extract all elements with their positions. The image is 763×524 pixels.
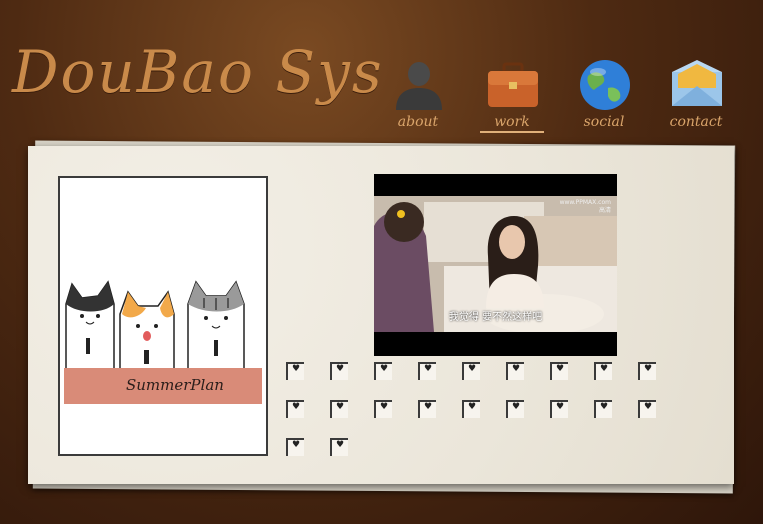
gallery-thumbnail[interactable] bbox=[550, 400, 568, 418]
site-logo[interactable]: DouBao Sys bbox=[12, 38, 384, 106]
thumbnail-gallery bbox=[286, 362, 666, 462]
nav-item-label: about bbox=[397, 114, 439, 130]
nav-item-label: work bbox=[480, 114, 544, 133]
gallery-thumbnail[interactable] bbox=[418, 400, 436, 418]
nav-item-about[interactable]: about bbox=[386, 58, 450, 132]
featured-image-card[interactable]: SummerPlan bbox=[58, 176, 268, 456]
photo-caption-banner: SummerPlan bbox=[64, 368, 262, 404]
main-nav: about work social contact bbox=[386, 58, 746, 138]
video-subtitle: 我觉得 要不然这样吧 bbox=[448, 312, 543, 323]
gallery-thumbnail[interactable] bbox=[286, 438, 304, 456]
envelope-icon bbox=[672, 60, 722, 106]
gallery-thumbnail[interactable] bbox=[418, 362, 436, 380]
gallery-thumbnail[interactable] bbox=[374, 362, 392, 380]
globe-icon bbox=[580, 60, 630, 110]
gallery-thumbnail[interactable] bbox=[506, 400, 524, 418]
gallery-thumbnail[interactable] bbox=[330, 362, 348, 380]
photo-caption: SummerPlan bbox=[126, 376, 224, 394]
cats-illustration bbox=[65, 280, 245, 374]
gallery-thumbnail[interactable] bbox=[506, 362, 524, 380]
gallery-thumbnail[interactable] bbox=[594, 400, 612, 418]
gallery-thumbnail[interactable] bbox=[550, 362, 568, 380]
gallery-thumbnail[interactable] bbox=[594, 362, 612, 380]
nav-item-social[interactable]: social bbox=[572, 58, 636, 132]
briefcase-icon bbox=[488, 62, 538, 107]
video-watermark: www.PPMAX.com 高清 bbox=[559, 199, 611, 214]
gallery-thumbnail[interactable] bbox=[374, 400, 392, 418]
gallery-thumbnail[interactable] bbox=[638, 362, 656, 380]
gallery-thumbnail[interactable] bbox=[638, 400, 656, 418]
gallery-thumbnail[interactable] bbox=[330, 438, 348, 456]
gallery-thumbnail[interactable] bbox=[286, 400, 304, 418]
gallery-thumbnail[interactable] bbox=[330, 400, 348, 418]
nav-item-label: contact bbox=[669, 114, 723, 130]
gallery-thumbnail[interactable] bbox=[286, 362, 304, 380]
video-player[interactable]: www.PPMAX.com 高清 我觉得 要不然这样吧 bbox=[374, 174, 617, 356]
nav-item-work[interactable]: work bbox=[480, 58, 544, 133]
nav-item-contact[interactable]: contact bbox=[664, 58, 728, 132]
gallery-thumbnail[interactable] bbox=[462, 400, 480, 418]
nav-item-label: social bbox=[583, 114, 625, 130]
user-silhouette-icon bbox=[396, 62, 442, 110]
gallery-thumbnail[interactable] bbox=[462, 362, 480, 380]
